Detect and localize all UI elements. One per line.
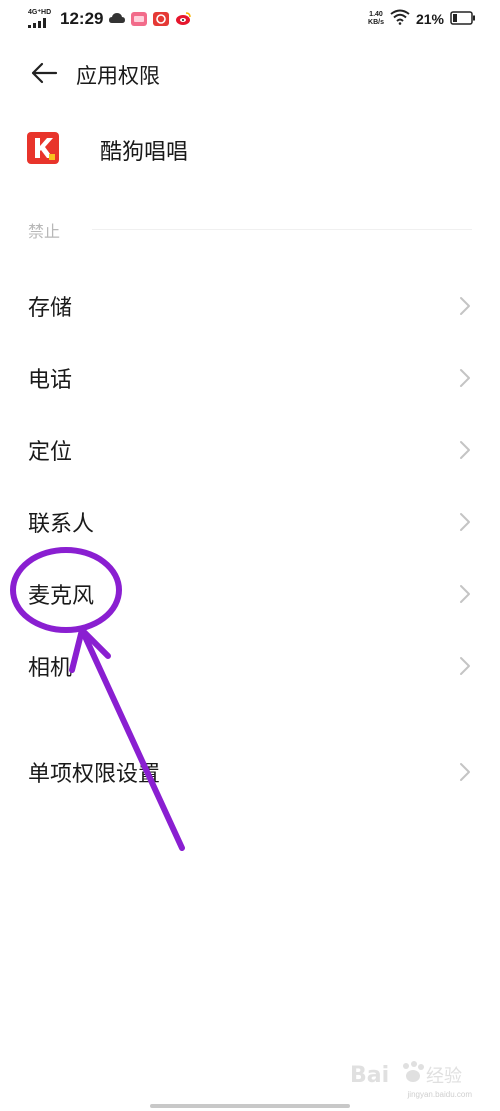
network-speed: 1.40 KB/s xyxy=(368,11,384,27)
battery-percent: 21% xyxy=(415,11,444,27)
permission-label: 联系人 xyxy=(28,512,95,537)
chevron-right-icon xyxy=(460,297,470,315)
app-name: 酷狗唱唱 xyxy=(100,140,189,165)
back-button[interactable] xyxy=(28,58,60,88)
chevron-right-icon xyxy=(460,657,470,675)
chevron-right-icon xyxy=(460,763,470,781)
speed-unit: KB/s xyxy=(368,19,384,26)
single-setting-label: 单项权限设置 xyxy=(28,762,161,787)
network-label: 4G⁺HD xyxy=(28,9,52,16)
cloud-icon xyxy=(108,10,126,28)
page-title: 应用权限 xyxy=(76,64,160,88)
permission-item-camera[interactable]: 相机 xyxy=(0,638,500,694)
chevron-right-icon xyxy=(460,585,470,603)
weibo-icon xyxy=(174,10,192,28)
notification-icons xyxy=(108,10,192,28)
single-permission-settings[interactable]: 单项权限设置 xyxy=(0,744,500,800)
app-info: 酷狗唱唱 xyxy=(0,122,500,174)
chevron-right-icon xyxy=(460,513,470,531)
permission-label: 电话 xyxy=(28,368,73,393)
status-right: 1.40 KB/s 21% xyxy=(368,9,476,29)
signal-indicator: 4G⁺HD xyxy=(28,8,52,28)
watermark-url: jingyan.baidu.com xyxy=(407,1090,472,1099)
permission-item-phone[interactable]: 电话 xyxy=(0,350,500,406)
speed-value: 1.40 xyxy=(369,11,383,18)
music-app-icon xyxy=(152,10,170,28)
status-bar: 4G⁺HD 12:29 1.40 KB/s 21% xyxy=(0,0,500,40)
permission-item-contacts[interactable]: 联系人 xyxy=(0,494,500,550)
wifi-icon xyxy=(390,9,410,29)
permission-item-microphone[interactable]: 麦克风 xyxy=(0,566,500,622)
paw-logo-icon: Bai 经验 xyxy=(350,1061,462,1088)
permission-item-storage[interactable]: 存储 xyxy=(0,278,500,334)
arrow-left-icon xyxy=(31,62,58,84)
permission-item-location[interactable]: 定位 xyxy=(0,422,500,478)
battery-icon xyxy=(450,10,476,29)
watermark-brand: Bai xyxy=(350,1063,389,1088)
section-divider xyxy=(92,229,472,230)
watermark-suffix: 经验 xyxy=(426,1066,462,1087)
status-time: 12:29 xyxy=(60,9,104,28)
chevron-right-icon xyxy=(460,369,470,387)
chevron-right-icon xyxy=(460,441,470,459)
header: 应用权限 xyxy=(0,48,500,98)
permission-label: 相机 xyxy=(28,656,73,681)
permission-label: 定位 xyxy=(28,440,73,465)
app-icon xyxy=(27,132,59,164)
home-indicator[interactable] xyxy=(150,1104,350,1108)
section-header: 禁止 xyxy=(28,218,472,242)
signal-bars-icon xyxy=(28,18,46,28)
permission-label: 麦克风 xyxy=(28,584,95,609)
section-label: 禁止 xyxy=(28,222,61,241)
permission-label: 存储 xyxy=(28,296,73,321)
photo-app-icon xyxy=(130,10,148,28)
